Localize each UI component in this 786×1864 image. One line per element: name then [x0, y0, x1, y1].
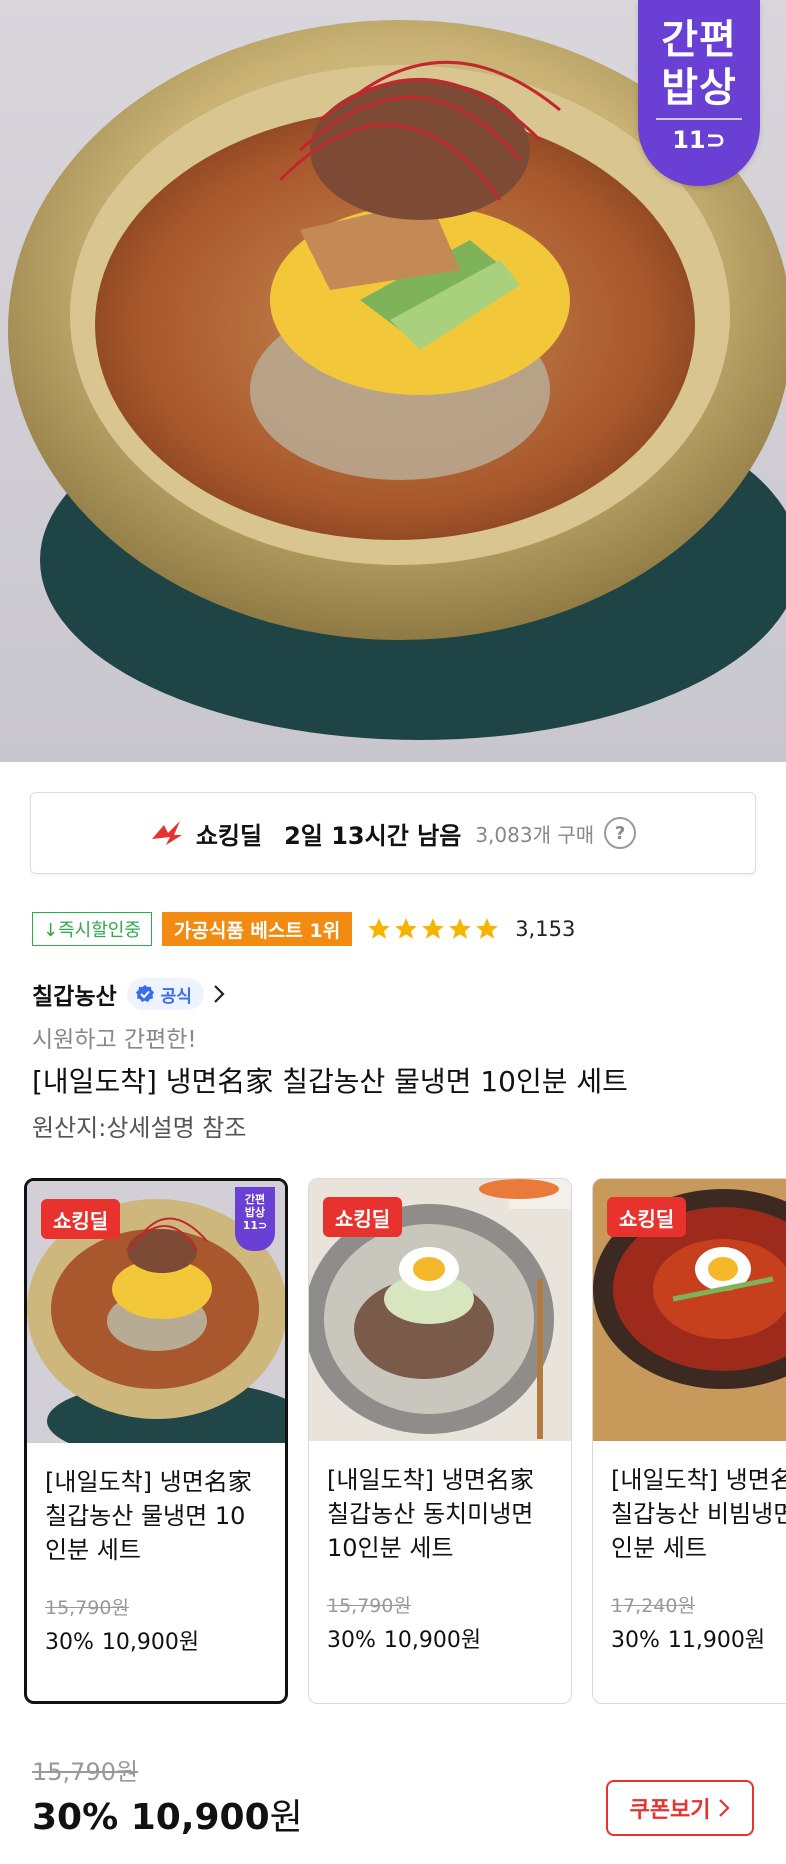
option-discount-rate: 30% — [45, 1630, 94, 1655]
seller-name[interactable]: 칠갑농산 — [32, 977, 117, 1011]
ganpyeon-bapsang-mini-badge: 간편 밥상 11⊃ — [235, 1187, 275, 1251]
option-price: 10,900원 — [101, 1630, 200, 1655]
option-card[interactable]: 쇼킹딜 간편 밥상 11⊃ [내일도착] 냉면名家 칠갑농산 물냉면 10인분 세트… — [24, 1178, 288, 1704]
star-icon — [368, 918, 391, 939]
option-name: [내일도착] 냉면名家 칠갑농산 비빔냉면 10인분 세트 — [611, 1466, 786, 1562]
sale-price: 30% 10,900원 — [32, 1788, 303, 1840]
original-price: 15,790원 — [32, 1758, 139, 1786]
star-icon — [449, 918, 472, 939]
shocking-deal-tag: 쇼킹딜 — [607, 1197, 687, 1237]
chevron-right-icon — [719, 1799, 731, 1817]
coupon-button-label: 쿠폰보기 — [629, 1797, 711, 1822]
product-hero-image[interactable]: 간편 밥상 11⊃ — [0, 0, 786, 762]
shocking-deal-tag: 쇼킹딜 — [323, 1197, 403, 1237]
discount-rate: 30% — [32, 1797, 119, 1838]
option-carousel[interactable]: 쇼킹딜 간편 밥상 11⊃ [내일도착] 냉면名家 칠갑농산 물냉면 10인분 세트… — [24, 1178, 786, 1706]
seller-row[interactable]: 칠갑농산 공식 — [32, 975, 226, 1013]
coupon-view-button[interactable]: 쿠폰보기 — [606, 1780, 754, 1836]
best-rank-badge[interactable]: 가공식품 베스트 1위 — [161, 912, 353, 946]
shocking-deal-icon — [151, 821, 182, 845]
star-icon — [395, 918, 418, 939]
option-card[interactable]: 쇼킹딜 [내일도착] 냉면名家 칠갑농산 비빔냉면 10인분 세트 17,240… — [592, 1178, 786, 1704]
help-icon[interactable]: ? — [604, 817, 637, 849]
option-discount-rate: 30% — [327, 1628, 376, 1653]
shocking-deal-tag: 쇼킹딜 — [41, 1199, 121, 1239]
badge-divider — [656, 118, 742, 120]
eleven-street-logo: 11⊃ — [672, 126, 726, 154]
option-thumbnail: 쇼킹딜 — [309, 1179, 571, 1441]
shocking-deal-bar[interactable]: 쇼킹딜 2일 13시간 남음 3,083개 구매 ? — [30, 792, 756, 874]
option-name: [내일도착] 냉면名家 칠갑농산 동치미냉면 10인분 세트 — [327, 1466, 534, 1562]
product-origin: 원산지:상세설명 참조 — [32, 1114, 247, 1142]
rating-stars[interactable] — [366, 916, 501, 942]
option-sale-price: 30% 10,900원 — [327, 1622, 553, 1654]
option-original-price: 17,240원 — [611, 1595, 695, 1617]
deal-time-left: 2일 13시간 남음 — [284, 821, 462, 850]
star-icon — [476, 918, 499, 939]
badge-line-2: 밥상 — [661, 65, 737, 111]
option-sale-price: 30% 10,900원 — [45, 1624, 267, 1656]
ganpyeon-bapsang-badge: 간편 밥상 11⊃ — [638, 0, 760, 186]
option-price: 10,900원 — [383, 1628, 482, 1653]
option-thumbnail: 쇼킹딜 — [593, 1179, 786, 1441]
chevron-right-icon[interactable] — [212, 983, 226, 1005]
review-count[interactable]: 3,153 — [515, 917, 575, 941]
verified-check-icon — [135, 985, 154, 1002]
option-discount-rate: 30% — [611, 1628, 660, 1653]
option-sale-price: 30% 11,900원 — [611, 1622, 786, 1654]
option-original-price: 15,790원 — [327, 1595, 411, 1617]
official-label: 공식 — [160, 986, 192, 1007]
purchase-count: 3,083개 구매 — [475, 822, 595, 847]
product-subtitle: 시원하고 간편한! — [32, 1027, 197, 1053]
option-original-price: 15,790원 — [45, 1597, 129, 1619]
official-badge: 공식 — [126, 978, 204, 1010]
sale-price-number: 10,900 — [130, 1797, 270, 1838]
product-badges-row: ↓즉시할인중 가공식품 베스트 1위 3,153 — [32, 911, 575, 947]
product-title: [내일도착] 냉면名家 칠갑농산 물냉면 10인분 세트 — [32, 1065, 628, 1098]
option-thumbnail: 쇼킹딜 간편 밥상 11⊃ — [27, 1181, 285, 1443]
badge-line-1: 간편 — [661, 17, 737, 63]
instant-discount-badge: ↓즉시할인중 — [32, 912, 152, 946]
option-price: 11,900원 — [667, 1628, 766, 1653]
sale-price-unit: 원 — [269, 1797, 303, 1838]
deal-title: 쇼킹딜 — [195, 821, 263, 850]
option-name: [내일도착] 냉면名家 칠갑농산 물냉면 10인분 세트 — [45, 1468, 252, 1564]
star-icon — [422, 918, 445, 939]
option-card[interactable]: 쇼킹딜 [내일도착] 냉면名家 칠갑농산 동치미냉면 10인분 세트 15,79… — [308, 1178, 572, 1704]
